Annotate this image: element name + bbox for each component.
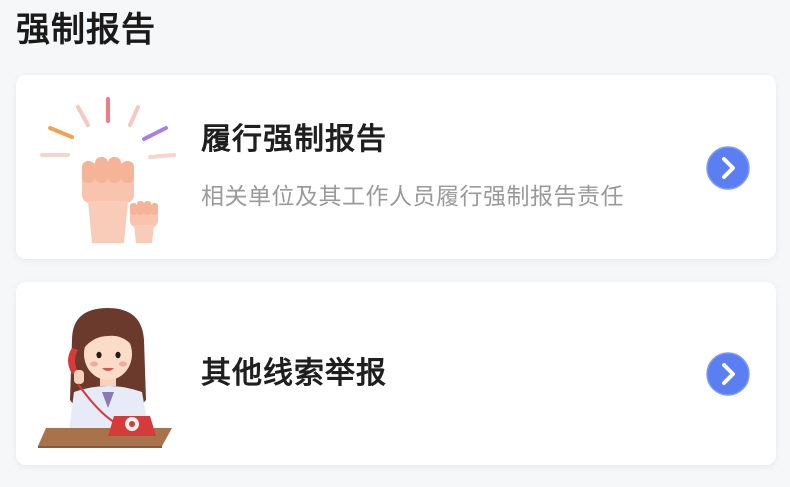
card-title: 履行强制报告 xyxy=(201,122,387,157)
chevron-right-icon[interactable] xyxy=(706,146,750,190)
card-title: 其他线索举报 xyxy=(201,356,387,391)
page-title: 强制报告 xyxy=(16,10,156,50)
raised-fists-icon xyxy=(40,97,176,243)
girl-on-phone-icon xyxy=(38,308,172,448)
card-other-clues[interactable]: 其他线索举报 xyxy=(16,282,776,465)
card-mandatory-report[interactable]: 履行强制报告 相关单位及其工作人员履行强制报告责任 xyxy=(16,75,776,259)
chevron-right-icon[interactable] xyxy=(706,352,750,396)
card-subtitle: 相关单位及其工作人员履行强制报告责任 xyxy=(201,184,624,210)
